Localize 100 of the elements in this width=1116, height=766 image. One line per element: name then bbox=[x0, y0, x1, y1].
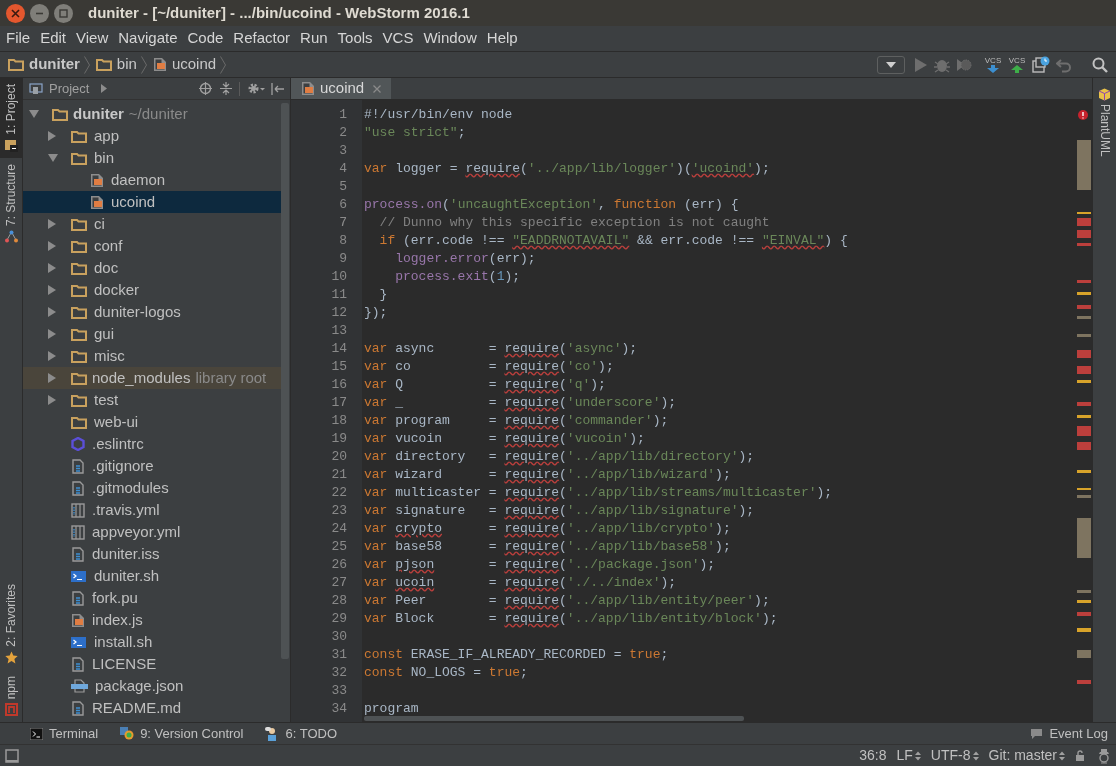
expanded-arrow-icon[interactable] bbox=[48, 154, 58, 162]
event-log-button[interactable]: Event Log bbox=[1030, 723, 1108, 744]
collapsed-arrow-icon[interactable] bbox=[48, 241, 56, 251]
menu-item[interactable]: Run bbox=[295, 27, 333, 50]
text-file-icon bbox=[71, 590, 85, 606]
hide-panel-icon[interactable] bbox=[271, 82, 284, 95]
run-icon[interactable] bbox=[914, 56, 928, 73]
breadcrumb[interactable]: bin bbox=[95, 53, 141, 76]
tree-item[interactable]: appveyor.yml bbox=[23, 521, 281, 543]
tree-item[interactable]: web-ui bbox=[23, 411, 281, 433]
tool-window-button[interactable]: 9: Version Control bbox=[120, 723, 244, 744]
collapsed-arrow-icon[interactable] bbox=[48, 373, 56, 383]
tree-item[interactable]: .gitmodules bbox=[23, 477, 281, 499]
menu-item[interactable]: File bbox=[1, 27, 36, 50]
collapsed-arrow-icon[interactable] bbox=[48, 219, 56, 229]
collapsed-arrow-icon[interactable] bbox=[48, 329, 56, 339]
tool-window-tab[interactable]: 1: Project bbox=[0, 78, 22, 158]
history-icon[interactable] bbox=[1032, 56, 1050, 73]
menu-item[interactable]: VCS bbox=[377, 27, 419, 50]
status-dropdown[interactable]: Git: master bbox=[988, 745, 1065, 766]
update-button[interactable]: VCS bbox=[984, 56, 1002, 73]
tree-item[interactable]: package.json bbox=[23, 675, 281, 697]
status-dropdown[interactable]: LF bbox=[896, 745, 921, 766]
tree-item[interactable]: test bbox=[23, 389, 281, 411]
tree-item[interactable]: docker bbox=[23, 279, 281, 301]
tool-window-button[interactable]: Terminal bbox=[30, 723, 99, 744]
text-file-icon bbox=[71, 546, 85, 562]
settings-icon[interactable] bbox=[247, 82, 265, 95]
tree-item[interactable]: node_modules library root bbox=[23, 367, 281, 389]
minimize-button[interactable] bbox=[30, 3, 49, 23]
tree-item[interactable]: daemon bbox=[23, 169, 281, 191]
menu-item[interactable]: Navigate bbox=[113, 27, 183, 50]
folder-icon bbox=[71, 217, 87, 231]
tree-item[interactable]: fork.pu bbox=[23, 587, 281, 609]
commit-button[interactable]: VCS bbox=[1008, 56, 1026, 73]
breadcrumb[interactable]: duniter bbox=[8, 53, 84, 76]
lock-icon[interactable] bbox=[1075, 750, 1085, 761]
menu-item[interactable]: Refactor bbox=[228, 27, 296, 50]
cube-icon bbox=[1098, 88, 1111, 101]
tool-window-tab[interactable]: 7: Structure bbox=[0, 157, 22, 249]
tree-item[interactable]: .eslintrc bbox=[23, 433, 281, 455]
menu-item[interactable]: Window bbox=[418, 27, 482, 50]
expanded-arrow-icon[interactable] bbox=[29, 110, 39, 118]
collapsed-arrow-icon[interactable] bbox=[48, 395, 56, 405]
menu-item[interactable]: Help bbox=[481, 27, 523, 50]
search-icon[interactable] bbox=[1092, 56, 1108, 73]
tree-item[interactable]: LICENSE bbox=[23, 653, 281, 675]
panel-toggle-icon[interactable] bbox=[5, 748, 19, 763]
expand-arrow-icon[interactable] bbox=[101, 84, 108, 93]
panel-title[interactable]: Project bbox=[49, 78, 90, 99]
tree-item[interactable]: conf bbox=[23, 235, 281, 257]
menu-item[interactable]: Edit bbox=[35, 27, 72, 50]
collapsed-arrow-icon[interactable] bbox=[48, 131, 56, 141]
line-number: 16 bbox=[330, 376, 348, 394]
tool-window-tab[interactable]: PlantUML bbox=[1093, 78, 1116, 157]
coverage-icon[interactable] bbox=[956, 56, 972, 73]
menu-item[interactable]: View bbox=[71, 27, 114, 50]
horizontal-scrollbar[interactable] bbox=[364, 716, 744, 721]
tree-item[interactable]: ucoind bbox=[23, 191, 281, 213]
tree-item[interactable]: misc bbox=[23, 345, 281, 367]
close-icon[interactable] bbox=[373, 84, 382, 93]
inspector-icon[interactable] bbox=[1097, 747, 1111, 764]
collapsed-arrow-icon[interactable] bbox=[48, 307, 56, 317]
locate-icon[interactable] bbox=[199, 82, 212, 95]
tree-item[interactable]: duniter ~/duniter bbox=[23, 103, 281, 125]
breadcrumb[interactable]: ucoind bbox=[152, 53, 221, 76]
close-button[interactable] bbox=[6, 3, 25, 23]
tree-item[interactable]: doc bbox=[23, 257, 281, 279]
collapsed-arrow-icon[interactable] bbox=[48, 351, 56, 361]
maximize-button[interactable] bbox=[54, 3, 73, 23]
tree-item[interactable]: duniter.sh bbox=[23, 565, 281, 587]
tree-item[interactable]: .travis.yml bbox=[23, 499, 281, 521]
collapsed-arrow-icon[interactable] bbox=[48, 263, 56, 273]
run-configuration-dropdown[interactable] bbox=[877, 55, 905, 74]
tree-item[interactable]: duniter-logos bbox=[23, 301, 281, 323]
scrollbar[interactable] bbox=[281, 103, 289, 659]
undo-icon[interactable] bbox=[1056, 56, 1072, 73]
code-line: var signature = require('../app/lib/signature'); bbox=[364, 502, 756, 520]
editor-tab[interactable]: ucoind bbox=[291, 78, 392, 99]
tree-item[interactable]: install.sh bbox=[23, 631, 281, 653]
tree-item[interactable]: app bbox=[23, 125, 281, 147]
tool-window-tab[interactable]: 2: Favorites bbox=[0, 577, 22, 670]
tree-item[interactable]: ci bbox=[23, 213, 281, 235]
status-text: 36:8 bbox=[859, 746, 887, 765]
tree-item[interactable]: README.md bbox=[23, 697, 281, 719]
code-line: var wizard = require('../app/lib/wizard'); bbox=[364, 466, 732, 484]
collapsed-arrow-icon[interactable] bbox=[48, 285, 56, 295]
tool-window-button[interactable]: 6: TODO bbox=[265, 723, 337, 744]
tree-item[interactable]: index.js bbox=[23, 609, 281, 631]
tree-item[interactable]: .gitignore bbox=[23, 455, 281, 477]
terminal-icon bbox=[30, 727, 43, 740]
tree-item[interactable]: gui bbox=[23, 323, 281, 345]
tree-item[interactable]: bin bbox=[23, 147, 281, 169]
structure-icon bbox=[4, 229, 18, 243]
status-dropdown[interactable]: UTF-8 bbox=[930, 745, 979, 766]
menu-item[interactable]: Code bbox=[182, 27, 229, 50]
tree-item[interactable]: duniter.iss bbox=[23, 543, 281, 565]
collapse-all-icon[interactable] bbox=[220, 82, 232, 95]
menu-item[interactable]: Tools bbox=[332, 27, 378, 50]
tool-window-tab[interactable]: npm bbox=[0, 669, 22, 722]
